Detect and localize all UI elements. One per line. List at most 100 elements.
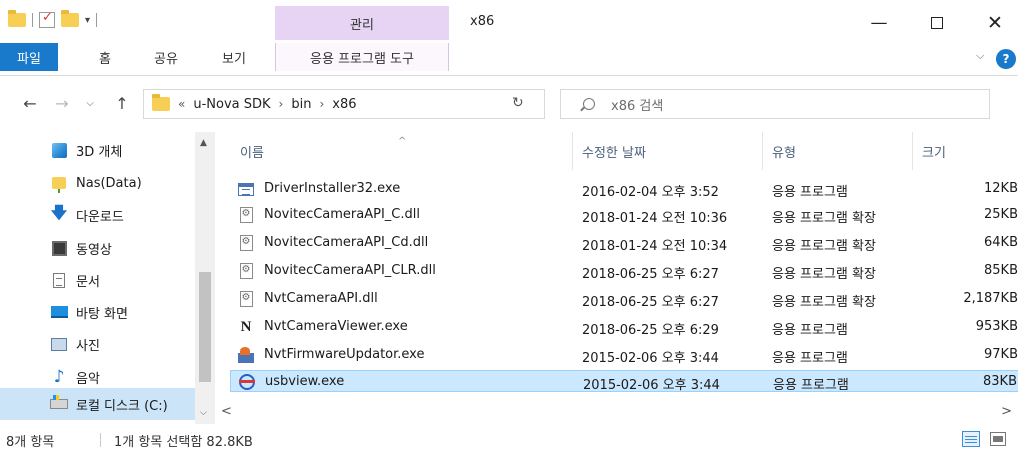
column-header-size[interactable]: 크기	[922, 132, 1002, 170]
breadcrumb-separator[interactable]: ›	[319, 97, 324, 111]
local-disk-icon	[50, 395, 68, 412]
sidebar-item-local-disk[interactable]: 로컬 디스크 (C:)	[0, 388, 195, 420]
status-bar: 8개 항목 1개 항목 선택함 82.8KB	[0, 428, 1018, 450]
file-name: NvtCameraViewer.exe	[264, 319, 408, 334]
tab-application-tools[interactable]: 응용 프로그램 도구	[275, 43, 449, 71]
column-divider[interactable]	[762, 132, 763, 170]
help-icon[interactable]: ?	[996, 49, 1016, 69]
file-type: 응용 프로그램 확장	[772, 239, 876, 254]
file-size: 2,187KB	[963, 291, 1018, 306]
refresh-button[interactable]: ↻	[512, 95, 524, 111]
sidebar-item-desktop[interactable]: 바탕 화면	[0, 296, 195, 328]
table-row[interactable]: DriverInstaller32.exe 2016-02-04 오후 3:52…	[230, 178, 1018, 200]
maximize-button[interactable]	[914, 8, 960, 38]
sidebar-item-label: 다운로드	[76, 209, 124, 225]
table-row[interactable]: NvtCameraAPI.dll 2018-06-25 오후 6:27 응용 프…	[230, 288, 1018, 310]
recent-locations-icon[interactable]: ⌵	[80, 91, 100, 115]
selection-info: 1개 항목 선택함 82.8KB	[114, 435, 253, 450]
videos-icon	[50, 240, 68, 256]
sidebar-item-pictures[interactable]: 사진	[0, 328, 195, 360]
minimize-button[interactable]: —	[856, 8, 902, 38]
navigation-scrollbar[interactable]: ▲ ⌵	[195, 132, 215, 424]
sidebar-item-label: 사진	[76, 338, 100, 354]
file-name: DriverInstaller32.exe	[264, 181, 401, 196]
sidebar-item-downloads[interactable]: 🡇 다운로드	[0, 199, 195, 231]
file-date: 2018-06-25 오후 6:27	[582, 295, 719, 310]
close-button[interactable]: ✕	[972, 8, 1018, 38]
new-folder-icon[interactable]	[61, 10, 79, 27]
ribbon-expand-icon[interactable]: ⌵	[976, 49, 984, 63]
sidebar-item-label: 3D 개체	[76, 144, 123, 160]
manage-context-tab[interactable]: 관리	[275, 6, 449, 40]
file-type: 응용 프로그램	[772, 185, 848, 200]
sidebar-item-3d-objects[interactable]: 3D 개체	[0, 134, 195, 166]
3d-objects-icon	[50, 142, 68, 158]
scroll-down-icon[interactable]: ⌵	[200, 408, 207, 418]
table-row[interactable]: usbview.exe 2015-02-06 오후 3:44 응용 프로그램 8…	[230, 370, 1018, 393]
file-size: 64KB	[984, 235, 1018, 250]
tab-share[interactable]: 공유	[146, 43, 186, 71]
file-date: 2016-02-04 오후 3:52	[582, 185, 719, 200]
table-row[interactable]: N NvtCameraViewer.exe 2018-06-25 오후 6:29…	[230, 316, 1018, 339]
breadcrumb-item[interactable]: u-Nova SDK	[193, 97, 270, 112]
file-date: 2015-02-06 오후 3:44	[583, 378, 720, 393]
file-size: 25KB	[984, 207, 1018, 222]
table-row[interactable]: NovitecCameraAPI_Cd.dll 2018-01-24 오전 10…	[230, 232, 1018, 254]
usb-icon	[239, 374, 255, 390]
table-row[interactable]: NovitecCameraAPI_C.dll 2018-01-24 오전 10:…	[230, 204, 1018, 226]
column-divider[interactable]	[912, 132, 913, 170]
sidebar-item-label: 바탕 화면	[76, 306, 128, 322]
file-size: 953KB	[975, 319, 1018, 334]
file-name: NovitecCameraAPI_CLR.dll	[264, 263, 436, 278]
dll-icon	[238, 207, 254, 223]
column-header-date[interactable]: 수정한 날짜	[582, 132, 762, 170]
file-date: 2018-06-25 오후 6:27	[582, 267, 719, 282]
status-divider	[100, 433, 101, 447]
column-header-type[interactable]: 유형	[772, 132, 912, 170]
file-date: 2018-06-25 오후 6:29	[582, 323, 719, 338]
sidebar-item-documents[interactable]: 문서	[0, 264, 195, 296]
file-name: usbview.exe	[265, 374, 345, 389]
forward-button[interactable]: →	[52, 91, 72, 115]
large-icons-view-icon[interactable]	[990, 432, 1006, 446]
horizontal-scrollbar[interactable]: < >	[215, 402, 1018, 422]
properties-icon[interactable]	[39, 10, 55, 28]
up-button[interactable]: ↑	[112, 91, 132, 115]
breadcrumb-overflow[interactable]: «	[178, 97, 185, 111]
qat-separator	[96, 13, 98, 27]
scroll-left-icon[interactable]: <	[221, 404, 232, 419]
ribbon-tabs: 파일 홈 공유 보기 응용 프로그램 도구 ⌵ ?	[0, 40, 1018, 76]
file-size: 12KB	[984, 181, 1018, 196]
table-row[interactable]: NovitecCameraAPI_CLR.dll 2018-06-25 오후 6…	[230, 260, 1018, 282]
address-bar[interactable]: « u-Nova SDK › bin › x86 ⌵	[143, 89, 638, 119]
tab-home[interactable]: 홈	[88, 43, 122, 71]
file-type: 응용 프로그램	[772, 323, 848, 338]
breadcrumb-separator[interactable]: ›	[279, 97, 284, 111]
downloads-icon: 🡇	[50, 202, 68, 222]
details-view-icon[interactable]	[962, 431, 980, 447]
file-date: 2018-01-24 오전 10:36	[582, 211, 728, 226]
qat-dropdown-icon[interactable]: ▾	[85, 15, 90, 26]
tab-view[interactable]: 보기	[214, 43, 254, 71]
file-name: NvtCameraAPI.dll	[264, 291, 378, 306]
file-name: NovitecCameraAPI_C.dll	[264, 207, 420, 222]
scroll-right-icon[interactable]: >	[1001, 404, 1012, 419]
back-button[interactable]: ←	[20, 91, 40, 115]
search-input[interactable]: x86 검색	[560, 89, 990, 119]
tab-file[interactable]: 파일	[0, 43, 58, 71]
folder-icon	[152, 94, 170, 111]
dll-icon	[238, 291, 254, 307]
table-row[interactable]: NvtFirmwareUpdator.exe 2015-02-06 오후 3:4…	[230, 344, 1018, 366]
scroll-up-icon[interactable]: ▲	[200, 138, 207, 148]
scroll-thumb[interactable]	[199, 272, 211, 382]
column-divider[interactable]	[572, 132, 573, 170]
sidebar-item-videos[interactable]: 동영상	[0, 232, 195, 264]
sidebar-item-nas[interactable]: Nas(Data)	[0, 167, 195, 199]
search-icon	[583, 98, 595, 110]
breadcrumb-item[interactable]: bin	[291, 97, 311, 112]
title-bar: ▾ 관리 x86 — ✕	[0, 0, 1018, 40]
folder-icon	[8, 10, 26, 27]
exe-icon	[238, 181, 254, 197]
breadcrumb-item[interactable]: x86	[332, 97, 356, 112]
column-header-name[interactable]: 이름	[240, 132, 570, 170]
